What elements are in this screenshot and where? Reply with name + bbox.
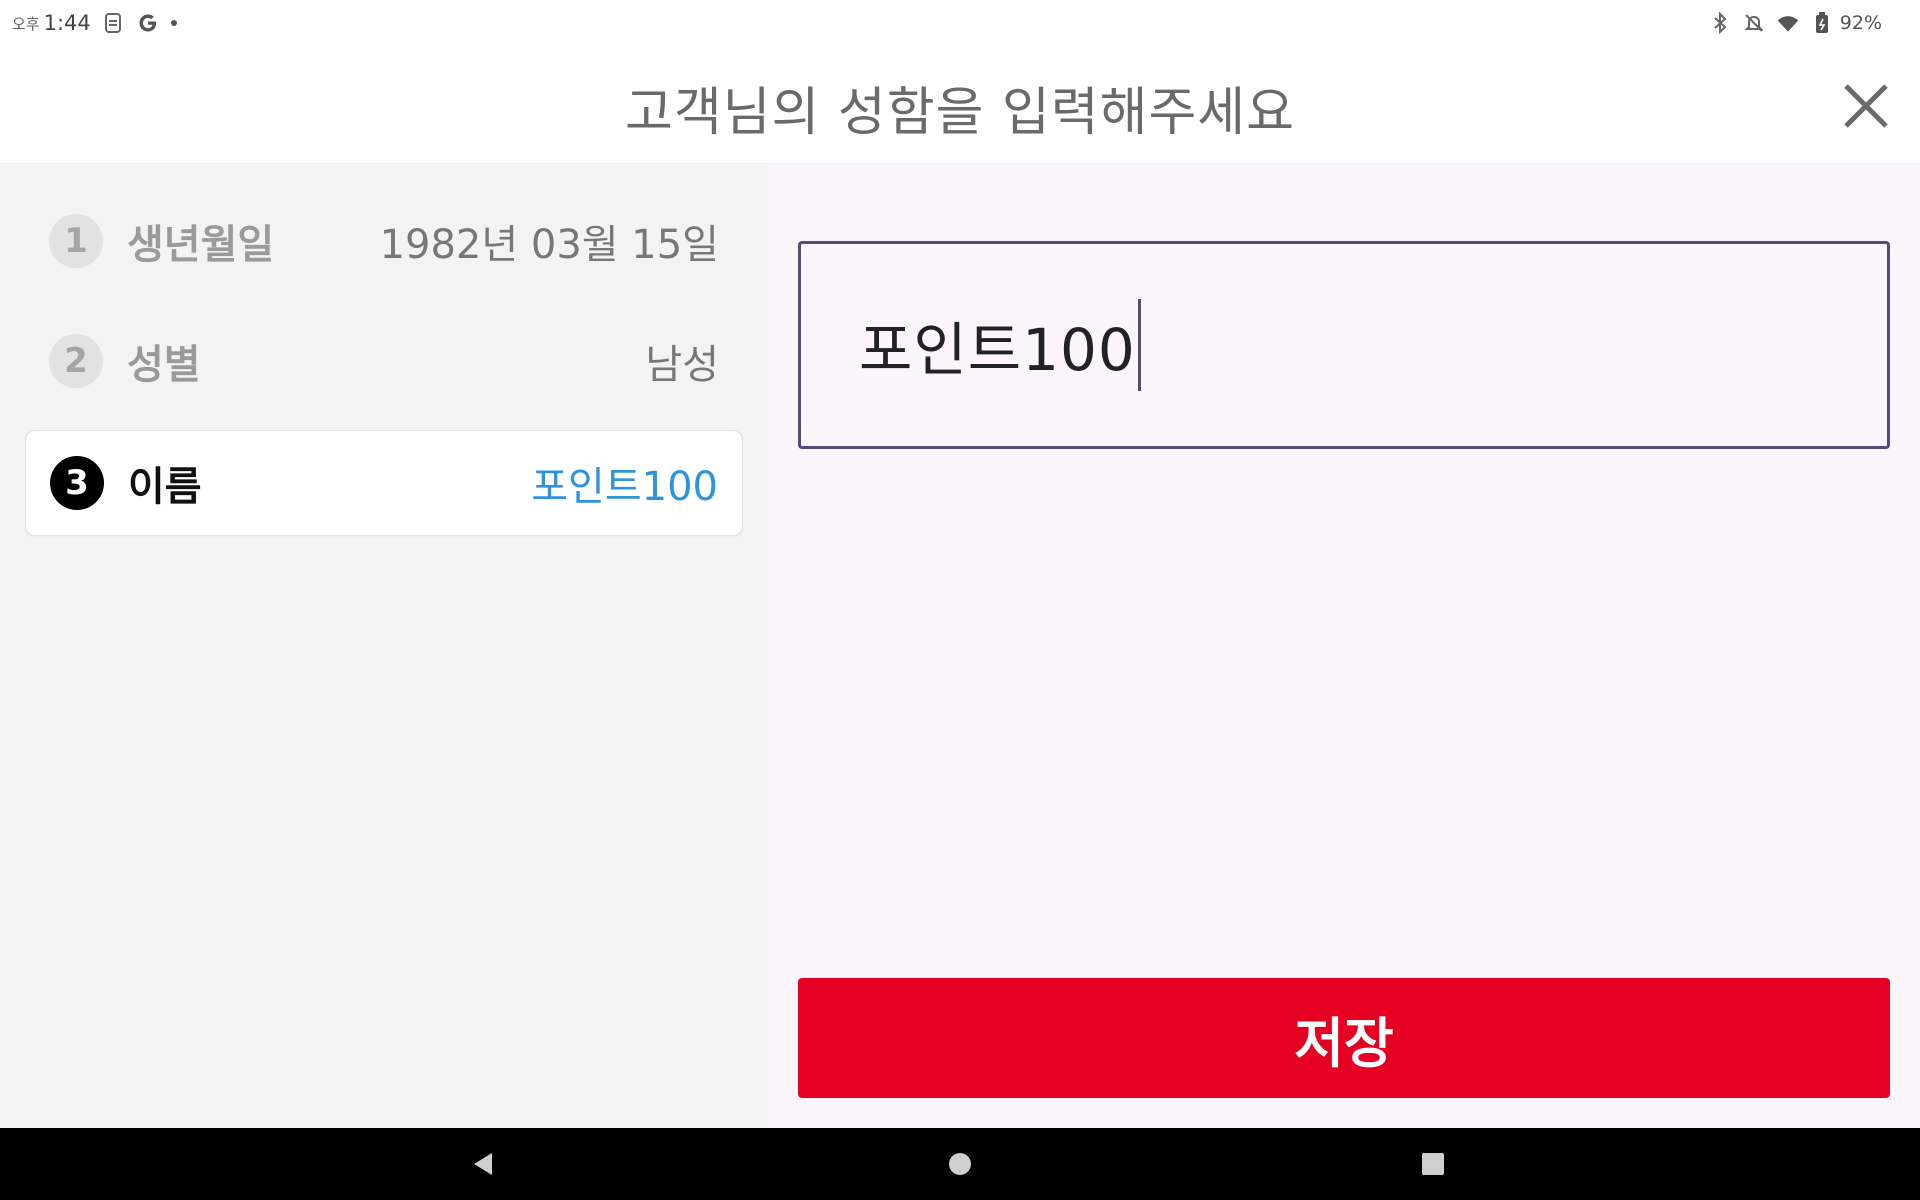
step-label: 생년월일: [127, 222, 275, 268]
status-bar: 오후 1:44 92%: [0, 0, 1920, 46]
step-name[interactable]: 3 이름 포인트100: [25, 430, 743, 536]
dialog-header: 고객님의 성함을 입력해주세요: [0, 46, 1920, 164]
home-button[interactable]: [934, 1138, 986, 1190]
step-number: 2: [49, 334, 103, 388]
step-gender[interactable]: 2 성별 남성: [25, 308, 743, 414]
close-button[interactable]: [1838, 78, 1894, 134]
step-number: 1: [49, 214, 103, 268]
step-birthdate[interactable]: 1 생년월일 1982년 03월 15일: [25, 188, 743, 294]
status-ampm: 오후: [12, 14, 40, 33]
step-number: 3: [50, 456, 104, 510]
mute-icon: [1742, 11, 1766, 35]
input-panel: 포인트100 저장: [768, 164, 1920, 1128]
status-time: 1:44: [43, 11, 91, 35]
steps-panel: 1 생년월일 1982년 03월 15일 2 성별 남성 3 이름 포인트100: [0, 164, 768, 1128]
status-bar-left: 오후 1:44: [12, 10, 177, 36]
notification-dot: [170, 20, 177, 26]
step-value: 포인트100: [531, 464, 718, 510]
battery-icon: [1810, 11, 1834, 35]
back-button[interactable]: [458, 1138, 510, 1190]
navigation-bar: [0, 1128, 1920, 1200]
close-icon: [1844, 84, 1888, 128]
sim-icon: [101, 11, 125, 35]
status-bar-right: 92%: [1708, 10, 1882, 36]
page-title: 고객님의 성함을 입력해주세요: [625, 83, 1295, 143]
wifi-icon: [1776, 11, 1800, 35]
step-value: 1982년 03월 15일: [379, 222, 719, 268]
battery-percent: 92%: [1839, 12, 1882, 34]
save-button[interactable]: 저장: [798, 978, 1890, 1098]
google-icon: [135, 11, 161, 35]
name-input[interactable]: 포인트100: [798, 241, 1890, 449]
step-label: 이름: [128, 464, 202, 510]
step-value: 남성: [645, 342, 719, 388]
name-input-value: 포인트100: [859, 316, 1136, 384]
text-cursor: [1137, 299, 1141, 391]
recents-button[interactable]: [1407, 1138, 1459, 1190]
recents-icon: [1422, 1153, 1444, 1175]
step-label: 성별: [127, 342, 201, 388]
back-icon: [474, 1153, 492, 1175]
home-icon: [949, 1153, 971, 1175]
bluetooth-icon: [1708, 11, 1732, 35]
